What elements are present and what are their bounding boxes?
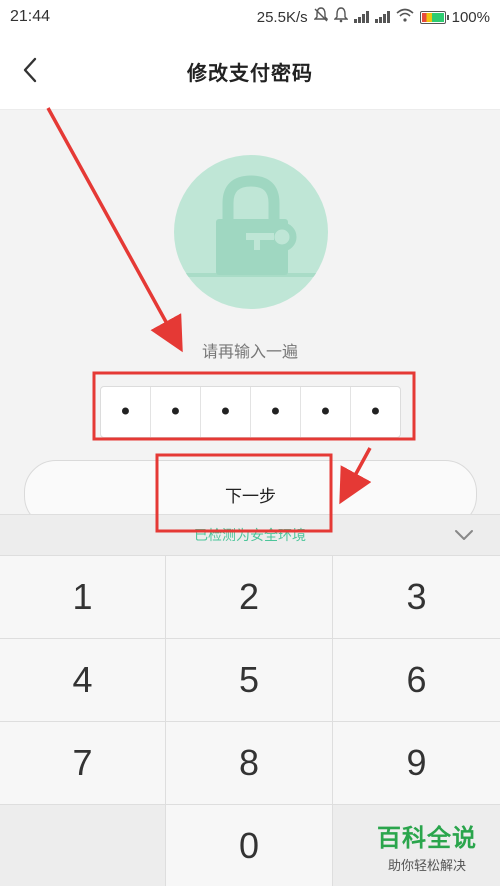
password-digit: • bbox=[251, 387, 301, 437]
watermark-main: 百科全说 bbox=[377, 824, 477, 852]
signal-icon bbox=[374, 11, 390, 23]
instruction-text: 请再输入一遍 bbox=[201, 342, 298, 361]
header: 修改支付密码 bbox=[0, 34, 500, 110]
password-input[interactable]: • • • • • • bbox=[100, 386, 401, 438]
key-1[interactable]: 1 bbox=[0, 556, 166, 639]
watermark-sub: 助你轻松解决 bbox=[387, 859, 466, 874]
secure-environment-text: 已检测为安全环境 bbox=[194, 528, 306, 544]
notification-bell-icon bbox=[332, 7, 349, 27]
status-time: 21:44 bbox=[10, 8, 51, 25]
collapse-keyboard-button[interactable] bbox=[452, 524, 476, 546]
key-6[interactable]: 6 bbox=[333, 639, 500, 722]
key-blank bbox=[0, 805, 166, 886]
wifi-icon bbox=[396, 8, 414, 26]
signal-icon bbox=[353, 11, 369, 23]
content-area: 请再输入一遍 • • • • • • 下一步 bbox=[0, 110, 500, 528]
lock-key-icon bbox=[174, 175, 328, 309]
status-bar: 21:44 25.5K/s 100% bbox=[0, 0, 500, 34]
battery-level: 100% bbox=[451, 8, 490, 26]
network-speed: 25.5K/s bbox=[256, 8, 308, 26]
chevron-left-icon bbox=[21, 56, 39, 88]
alarm-off-icon bbox=[312, 7, 329, 27]
status-right: 25.5K/s 100% bbox=[257, 7, 490, 27]
key-3[interactable]: 3 bbox=[333, 556, 500, 639]
page-title: 修改支付密码 bbox=[187, 61, 313, 85]
password-digit: • bbox=[301, 387, 351, 437]
keyboard-toolbar: 已检测为安全环境 bbox=[0, 515, 500, 555]
password-digit: • bbox=[201, 387, 251, 437]
watermark: 百科全说 助你轻松解决 bbox=[362, 818, 492, 880]
password-digit: • bbox=[101, 387, 151, 437]
key-5[interactable]: 5 bbox=[166, 639, 333, 722]
key-0[interactable]: 0 bbox=[166, 805, 333, 886]
key-2[interactable]: 2 bbox=[166, 556, 333, 639]
password-digit: • bbox=[151, 387, 201, 437]
key-8[interactable]: 8 bbox=[166, 722, 333, 805]
key-7[interactable]: 7 bbox=[0, 722, 166, 805]
key-9[interactable]: 9 bbox=[333, 722, 500, 805]
key-4[interactable]: 4 bbox=[0, 639, 166, 722]
chevron-down-icon bbox=[454, 526, 474, 545]
password-digit: • bbox=[368, 398, 383, 426]
lock-illustration bbox=[174, 155, 328, 309]
battery-icon bbox=[419, 10, 449, 24]
back-button[interactable] bbox=[14, 54, 46, 90]
